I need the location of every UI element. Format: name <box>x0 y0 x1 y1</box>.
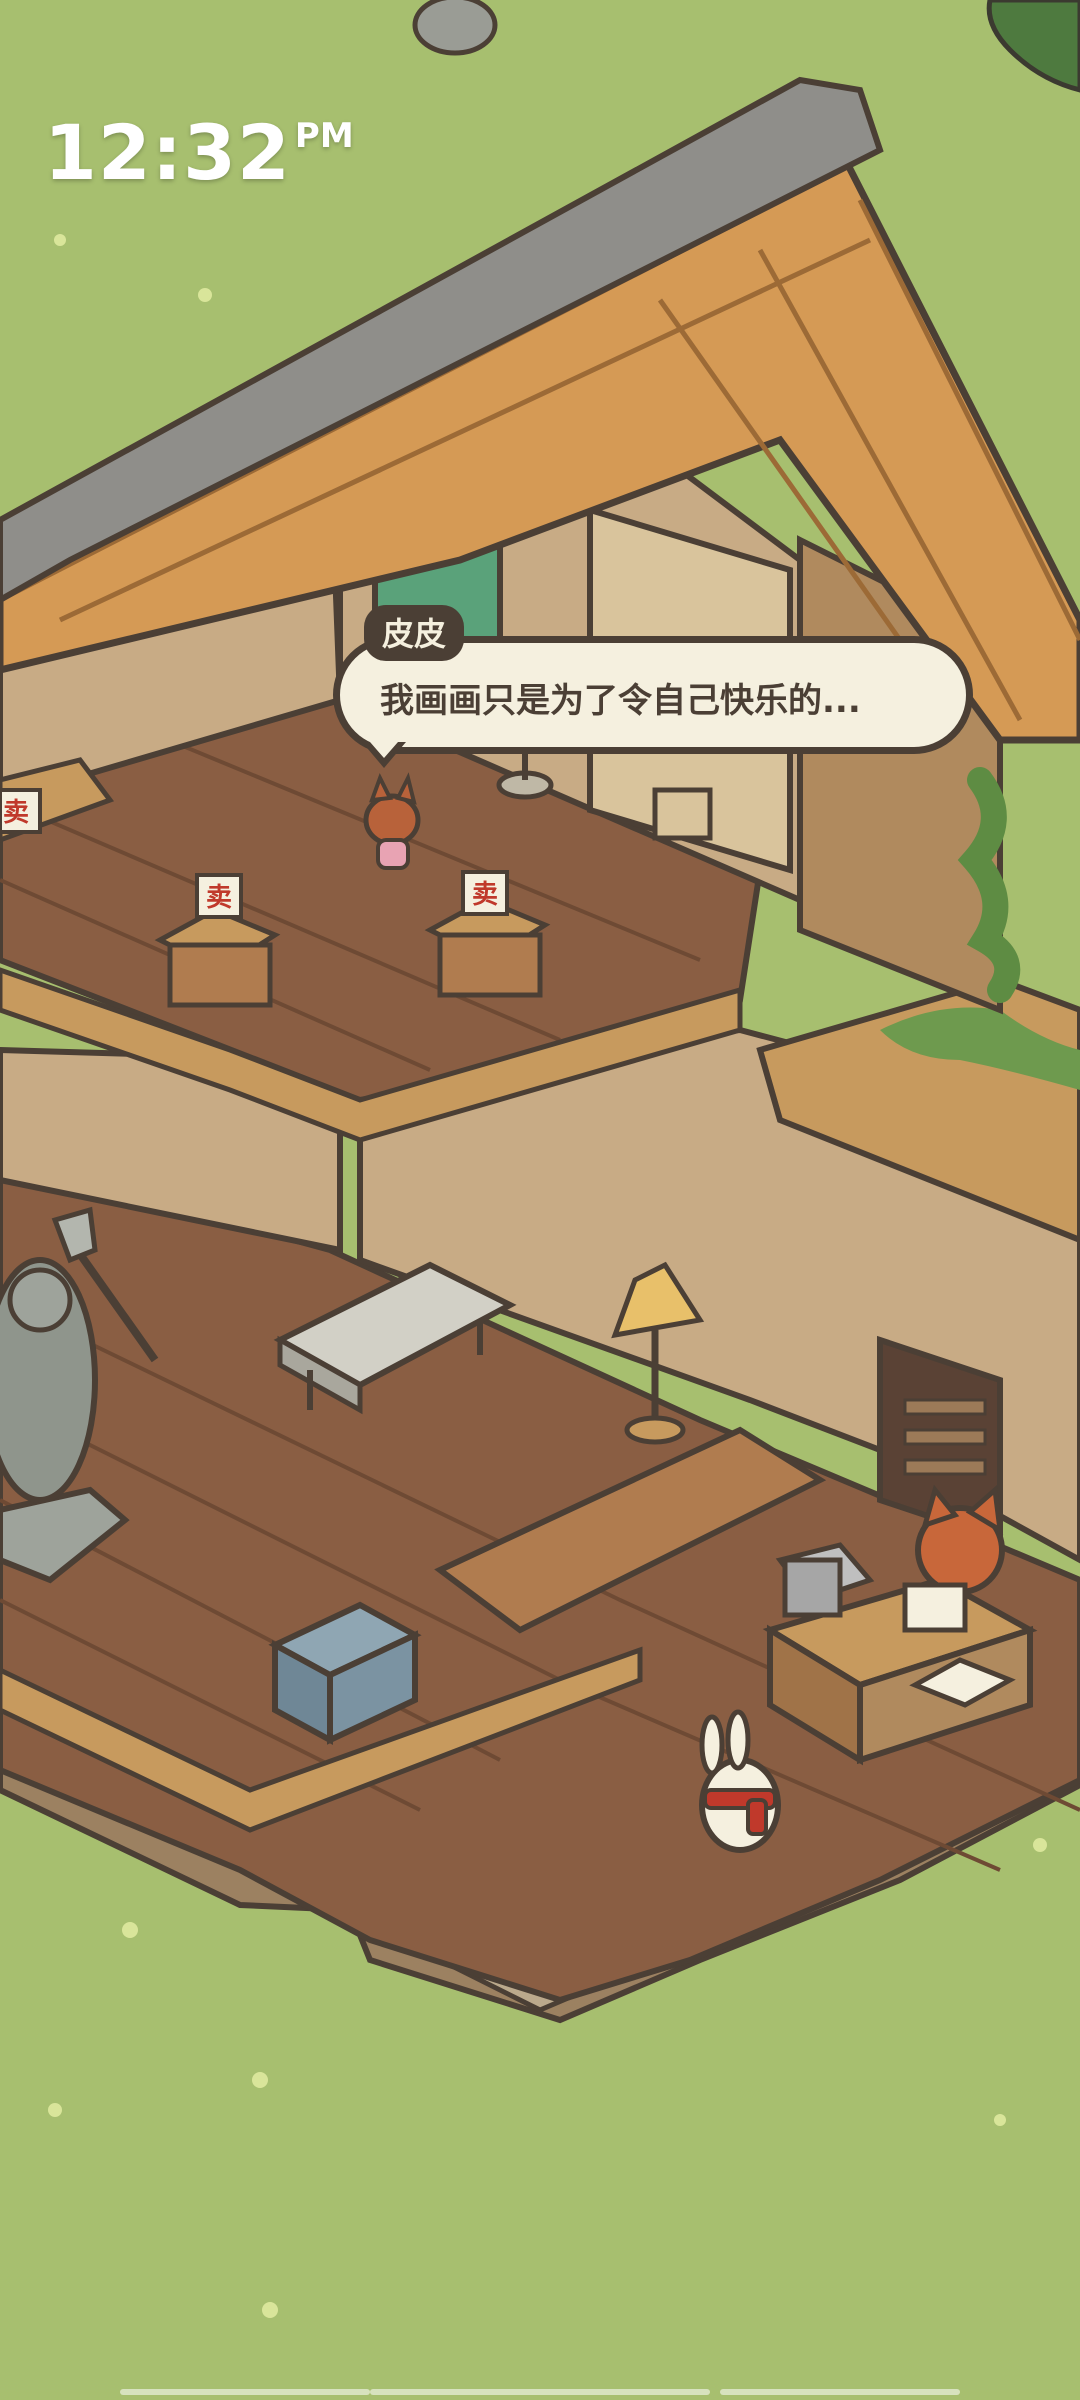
stairs <box>903 1398 987 1476</box>
nav-segment <box>370 2389 710 2395</box>
dialogue-text: 我画画只是为了令自己快乐的... <box>380 681 861 721</box>
game-scene[interactable]: 卖 卖 卖 <box>0 0 1080 2400</box>
status-clock: 12:32 PM <box>44 108 354 197</box>
sale-sign-edge: 卖 <box>3 798 29 828</box>
clock-ampm: PM <box>294 116 354 156</box>
nav-segment <box>120 2389 370 2395</box>
rock <box>412 0 498 56</box>
gesture-nav-bar[interactable] <box>120 2389 960 2395</box>
clock-time: 12:32 <box>44 108 291 197</box>
sale-sign-right: 卖 <box>472 880 498 910</box>
nav-segment <box>720 2389 960 2395</box>
wall-sign <box>652 787 713 841</box>
dialogue-tail-inner <box>370 742 398 758</box>
speaker-nametag: 皮皮 <box>364 605 465 661</box>
sale-sign-left: 卖 <box>206 883 232 913</box>
